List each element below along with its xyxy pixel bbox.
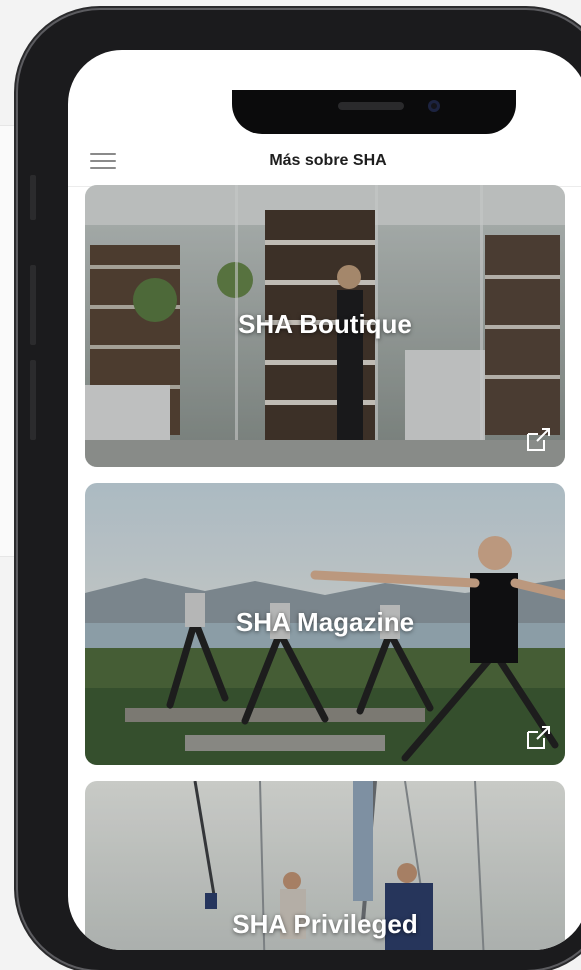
phone-mute-switch (30, 175, 36, 220)
card-sha-boutique[interactable]: SHA Boutique (85, 185, 565, 467)
phone-volume-down-button (30, 360, 36, 440)
card-title-privileged: SHA Privileged (232, 909, 418, 939)
phone-frame: Más sobre SHA SHA Boutique SHA Magazine … (18, 10, 581, 970)
speaker-grille (338, 102, 404, 110)
phone-notch (232, 90, 516, 134)
phone-screen: Más sobre SHA SHA Boutique SHA Magazine … (68, 50, 581, 950)
card-sha-magazine[interactable]: SHA Magazine (85, 483, 565, 765)
phone-volume-up-button (30, 265, 36, 345)
card-sha-privileged[interactable]: SHA Privileged (85, 781, 565, 950)
card-title-magazine: SHA Magazine (235, 607, 415, 637)
hamburger-menu-icon[interactable] (90, 153, 116, 169)
app-header: Más sobre SHA (68, 134, 581, 187)
external-link-icon[interactable] (524, 426, 552, 454)
camera-icon (428, 100, 440, 112)
external-link-icon[interactable] (524, 724, 552, 752)
card-title-boutique: SHA Boutique (238, 309, 412, 339)
page-title: Más sobre SHA (269, 151, 387, 169)
